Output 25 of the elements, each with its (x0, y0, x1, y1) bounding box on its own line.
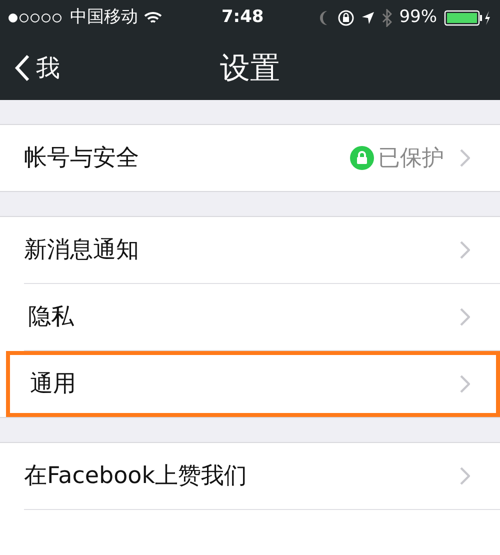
settings-row[interactable]: 通用 (6, 351, 500, 417)
bluetooth-icon (382, 9, 392, 27)
lock-icon (350, 146, 374, 170)
carrier-name: 中国移动 (70, 6, 138, 30)
chevron-icon (460, 149, 470, 167)
row-label: 隐私 (28, 302, 75, 332)
row-label: 新消息通知 (24, 236, 140, 265)
location-arrow-icon (361, 11, 376, 25)
chevron-icon (460, 467, 470, 485)
row-label: 通用 (30, 370, 77, 399)
status-time: 7:48 (220, 6, 265, 30)
protection-status: 已保护 (378, 144, 444, 172)
wifi-icon (144, 11, 162, 25)
row-label: 帐号与安全 (24, 144, 140, 173)
page-title: 设置 (220, 50, 280, 88)
back-button[interactable]: 我 (14, 50, 60, 86)
battery-charging-icon (444, 10, 492, 26)
chevron-icon (460, 375, 470, 393)
back-chevron-icon (14, 54, 30, 82)
rotation-lock-icon (338, 10, 354, 26)
battery-percent: 99% (399, 6, 437, 30)
signal-icon (8, 13, 64, 23)
chevron-icon (460, 308, 470, 326)
row-label: 在Facebook上赞我们 (24, 462, 248, 491)
chevron-icon (460, 241, 470, 259)
